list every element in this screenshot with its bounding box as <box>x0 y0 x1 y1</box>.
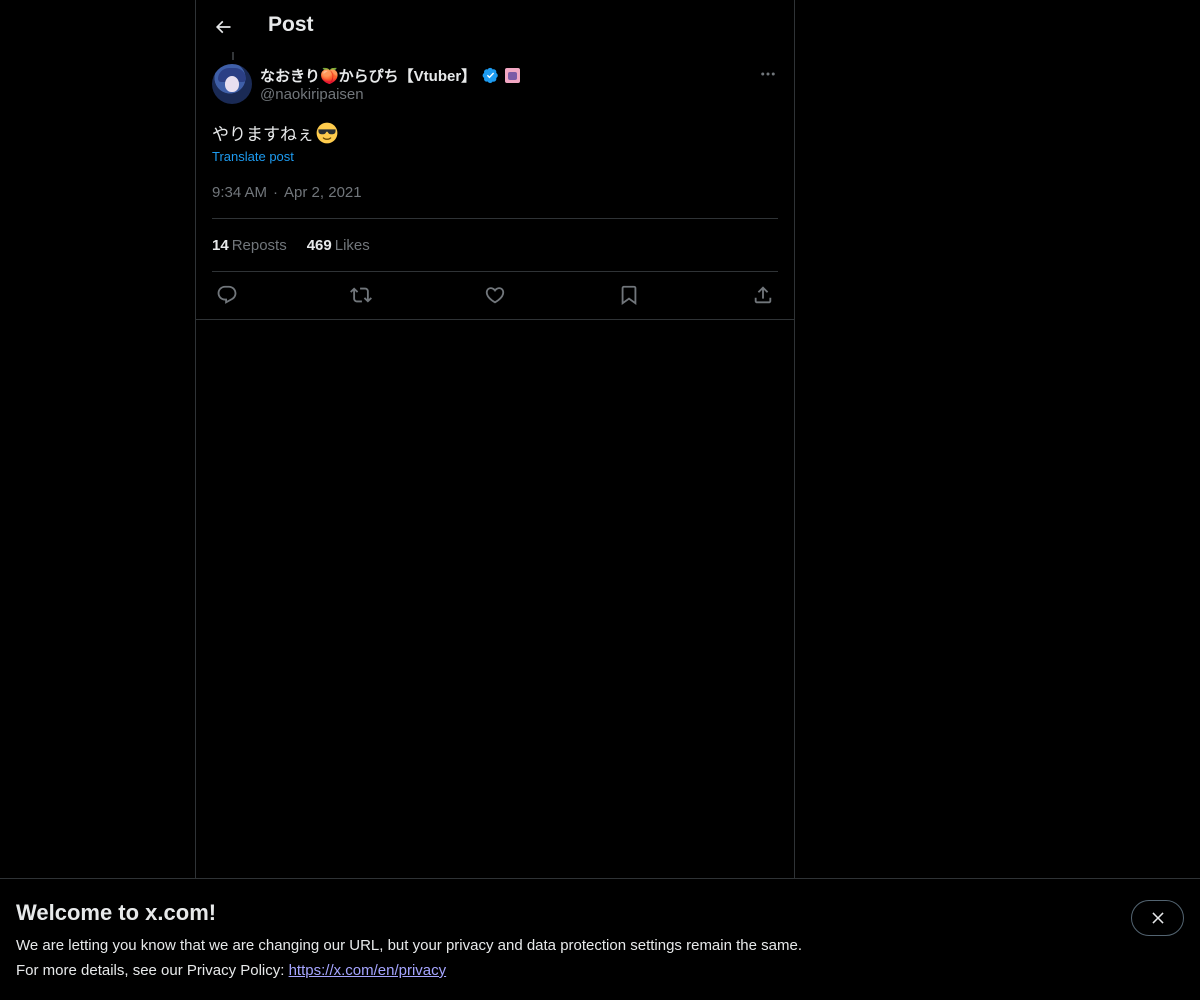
verified-badge-icon[interactable] <box>482 67 499 84</box>
back-button[interactable] <box>206 10 240 44</box>
close-icon <box>1149 909 1167 927</box>
reply-icon <box>216 284 238 306</box>
avatar-face <box>225 76 239 92</box>
arrow-left-icon <box>213 17 233 37</box>
author-display-name[interactable]: なおきり🍑からぴち【Vtuber】 <box>260 65 476 86</box>
author-name-row: なおきり🍑からぴち【Vtuber】 <box>260 65 521 86</box>
avatar[interactable] <box>212 64 252 104</box>
affiliation-badge-icon[interactable] <box>505 68 521 83</box>
reposts-stat[interactable]: 14 Reposts <box>212 237 287 254</box>
post-time[interactable]: 9:34 AM <box>212 184 267 201</box>
share-button[interactable] <box>748 282 778 308</box>
post-text: やりますねぇ <box>212 125 314 144</box>
stats-bottom-divider <box>212 271 778 272</box>
repost-icon <box>350 284 372 306</box>
page-header: Post <box>196 0 794 54</box>
post-bottom-divider <box>196 319 794 320</box>
share-icon <box>752 284 774 306</box>
welcome-banner: Welcome to x.com! We are letting you kno… <box>0 878 1200 1000</box>
likes-stat[interactable]: 469 Likes <box>307 237 370 254</box>
primary-column: Post なおきり🍑からぴち【Vtuber】 @naokiripaisen やり… <box>195 0 795 1000</box>
banner-title: Welcome to x.com! <box>16 900 217 925</box>
translate-post-link[interactable]: Translate post <box>212 149 294 164</box>
more-options-button[interactable] <box>758 64 778 84</box>
bookmark-button[interactable] <box>614 282 644 308</box>
page-title: Post <box>268 13 314 36</box>
reply-button[interactable] <box>212 282 242 308</box>
thread-connector-line <box>232 52 234 60</box>
author-handle[interactable]: @naokiripaisen <box>260 86 364 103</box>
affiliation-badge-inner <box>508 71 518 80</box>
like-icon <box>484 284 506 306</box>
like-button[interactable] <box>480 282 510 308</box>
likes-label: Likes <box>334 237 370 254</box>
banner-privacy-line: For more details, see our Privacy Policy… <box>16 962 446 979</box>
post-date[interactable]: Apr 2, 2021 <box>284 184 362 201</box>
banner-privacy-prefix: For more details, see our Privacy Policy… <box>16 962 289 979</box>
sunglasses-emoji-icon <box>316 122 338 144</box>
privacy-policy-link[interactable]: https://x.com/en/privacy <box>289 962 447 979</box>
more-horizontal-icon <box>759 65 777 83</box>
timestamp-separator: · <box>273 184 279 201</box>
post-actions-bar <box>212 282 778 308</box>
stats-top-divider <box>212 218 778 219</box>
reposts-label: Reposts <box>231 237 287 254</box>
reposts-count: 14 <box>212 237 229 254</box>
banner-message: We are letting you know that we are chan… <box>16 937 802 954</box>
bookmark-icon <box>618 284 640 306</box>
banner-close-button[interactable] <box>1131 900 1184 936</box>
repost-button[interactable] <box>346 282 376 308</box>
likes-count: 469 <box>306 237 332 254</box>
post-timestamp: 9:34 AM · Apr 2, 2021 <box>212 184 362 201</box>
post-body: やりますねぇ <box>212 120 338 145</box>
post-stats: 14 Reposts 469 Likes <box>212 237 370 254</box>
